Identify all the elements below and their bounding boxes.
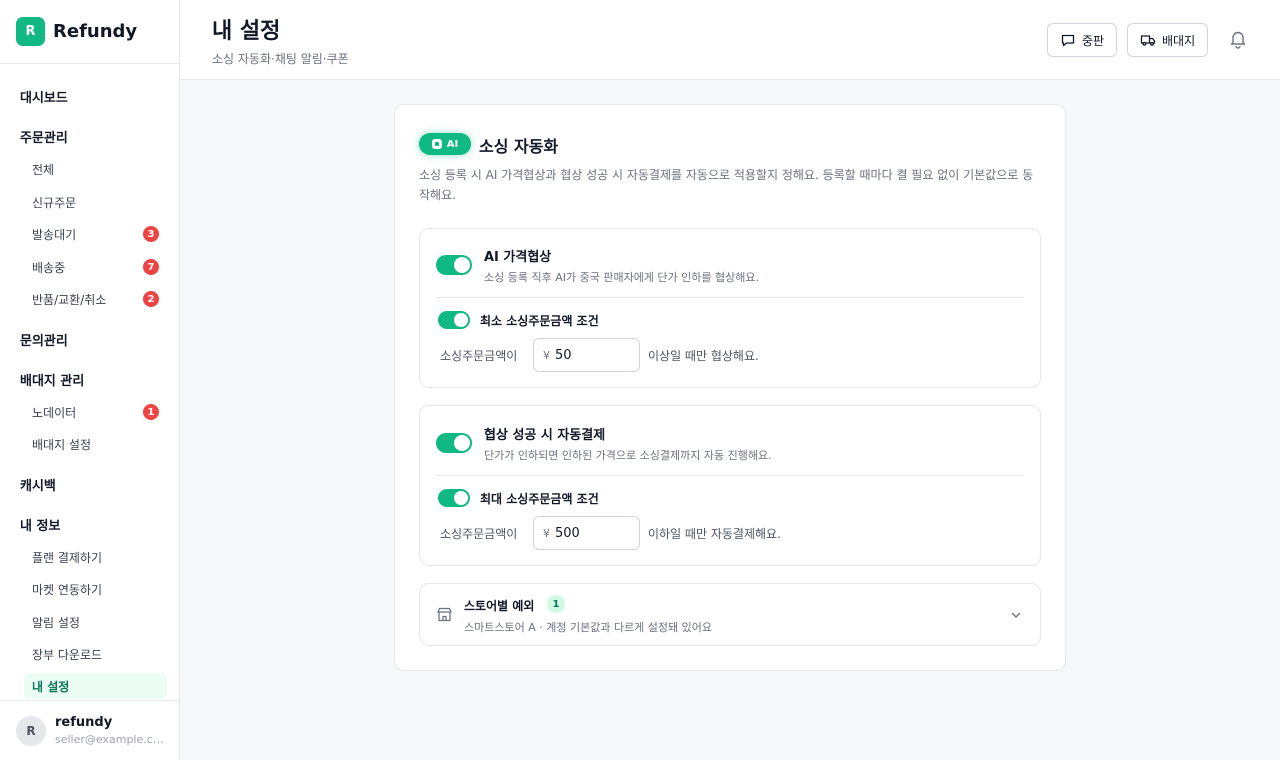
notification-bell[interactable] xyxy=(1228,29,1248,53)
brand-name: Refundy xyxy=(53,21,138,42)
exception-count-badge: 1 xyxy=(547,595,565,613)
max-amount-input[interactable]: ¥ 500 xyxy=(533,516,640,550)
sidebar-item-label: 알림 설정 xyxy=(32,615,80,630)
robot-icon xyxy=(431,139,442,149)
condition-title: 최대 소싱주문금액 조건 xyxy=(480,492,599,506)
sidebar-item-orders-new[interactable]: 신규주문 xyxy=(24,189,167,215)
section-title: 소싱 자동화 xyxy=(479,137,559,156)
section-description: 소싱 등록 시 AI 가격협상과 협상 성공 시 자동결제를 자동으로 적용할지… xyxy=(419,168,1034,202)
sidebar-item-label: 반품/교환/취소 xyxy=(32,292,107,307)
count-badge: 2 xyxy=(143,291,159,307)
chat-bubble-icon xyxy=(1061,34,1075,47)
store-exceptions-title: 스토어별 예외 xyxy=(464,599,535,613)
field-suffix: 이하일 때만 자동결제해요. xyxy=(648,527,781,541)
page-subtitle: 소싱 자동화·채팅 알림·쿠폰 xyxy=(212,52,349,66)
user-profile[interactable]: R refundy seller@example.com xyxy=(0,700,179,760)
sidebar-item-my-settings[interactable]: 내 설정 xyxy=(24,673,167,699)
bell-icon xyxy=(1230,31,1246,49)
chevron-down-icon xyxy=(1011,612,1021,618)
field-label: 소싱주문금액이 xyxy=(440,349,518,363)
page-header: 내 설정 소싱 자동화·채팅 알림·쿠폰 중판 배대지 xyxy=(180,0,1280,80)
amount-value: 50 xyxy=(555,347,572,363)
sidebar-item-label: 노데이터 xyxy=(32,405,77,420)
option-title: 협상 성공 시 자동결제 xyxy=(484,428,606,443)
store-exceptions-accordion[interactable]: 스토어별 예외 1 스마트스토어 A · 계정 기본값과 다르게 설정돼 있어요 xyxy=(419,583,1041,646)
sidebar-item-nodata[interactable]: 노데이터 1 xyxy=(24,399,167,425)
sidebar-item-label: 마켓 연동하기 xyxy=(32,582,103,597)
amount-value: 500 xyxy=(555,525,580,541)
condition-title: 최소 소싱주문금액 조건 xyxy=(480,314,599,328)
page-title: 내 설정 xyxy=(212,19,281,44)
sidebar-item-label: 발송대기 xyxy=(32,227,77,242)
sidebar-item-orders-pending-shipment[interactable]: 발송대기 3 xyxy=(24,221,167,247)
sidebar-item-notification-settings[interactable]: 알림 설정 xyxy=(24,609,167,635)
min-amount-condition-toggle[interactable] xyxy=(438,311,470,329)
sidebar-item-label: 내 설정 xyxy=(32,679,70,694)
sidebar-item-market-link[interactable]: 마켓 연동하기 xyxy=(24,576,167,602)
sidebar-item-forwarding-settings[interactable]: 배대지 설정 xyxy=(24,431,167,457)
sidebar-item-orders-all[interactable]: 전체 xyxy=(24,156,167,182)
count-badge: 1 xyxy=(143,404,159,420)
sidebar-section-orders[interactable]: 주문관리 xyxy=(20,127,68,146)
sidebar-item-cashback[interactable]: 캐시백 xyxy=(20,475,56,494)
sidebar-item-label: 전체 xyxy=(32,162,55,177)
max-amount-condition-toggle[interactable] xyxy=(438,489,470,507)
ai-pill: AI xyxy=(419,133,471,155)
ai-negotiation-panel: AI 가격협상 소싱 등록 직후 AI가 중국 판매자에게 단가 인하를 협상해… xyxy=(419,228,1041,388)
sidebar-item-orders-returns[interactable]: 반품/교환/취소 2 xyxy=(24,286,167,312)
sourcing-automation-card: AI 소싱 자동화 소싱 등록 시 AI 가격협상과 협상 성공 시 자동결제를… xyxy=(394,104,1066,671)
user-info: refundy seller@example.com xyxy=(55,715,167,746)
sidebar-item-orders-in-transit[interactable]: 배송중 7 xyxy=(24,254,167,280)
count-badge: 3 xyxy=(143,226,159,242)
sidebar-section-my-info[interactable]: 내 정보 xyxy=(20,515,60,534)
count-badge: 7 xyxy=(143,259,159,275)
brand-logo: R xyxy=(16,17,45,46)
chat-button-label: 중판 xyxy=(1082,33,1105,48)
currency-symbol: ¥ xyxy=(543,526,550,540)
field-label: 소싱주문금액이 xyxy=(440,527,518,541)
user-name: refundy xyxy=(55,715,113,730)
option-title: AI 가격협상 xyxy=(484,250,552,265)
option-description: 소싱 등록 직후 AI가 중국 판매자에게 단가 인하를 협상해요. xyxy=(484,271,759,284)
sidebar-item-label: 배송중 xyxy=(32,260,66,275)
sidebar-item-inquiries[interactable]: 문의관리 xyxy=(20,330,68,349)
sidebar-nav: 대시보드 주문관리 전체 신규주문 발송대기 3 배송중 7 반품/교환/취소 … xyxy=(0,64,179,700)
truck-icon xyxy=(1140,35,1156,46)
auto-payment-toggle[interactable] xyxy=(436,433,472,453)
forwarder-button[interactable]: 배대지 xyxy=(1127,23,1209,57)
user-email: seller@example.com xyxy=(55,733,167,746)
store-icon xyxy=(437,607,452,622)
sidebar-item-plan-payment[interactable]: 플랜 결제하기 xyxy=(24,544,167,570)
ai-negotiation-toggle[interactable] xyxy=(436,255,472,275)
ai-pill-label: AI xyxy=(446,138,459,150)
sidebar-item-label: 장부 다운로드 xyxy=(32,647,103,662)
avatar: R xyxy=(16,715,46,746)
min-amount-input[interactable]: ¥ 50 xyxy=(533,338,640,372)
sidebar-item-label: 배대지 설정 xyxy=(32,437,92,452)
chat-button[interactable]: 중판 xyxy=(1047,23,1118,57)
forwarder-button-label: 배대지 xyxy=(1162,33,1196,48)
brand[interactable]: R Refundy xyxy=(0,0,179,64)
sidebar-item-label: 플랜 결제하기 xyxy=(32,550,103,565)
field-suffix: 이상일 때만 협상해요. xyxy=(648,349,759,363)
divider xyxy=(436,297,1024,298)
sidebar: R Refundy 대시보드 주문관리 전체 신규주문 발송대기 3 배송중 7… xyxy=(0,0,180,760)
store-exceptions-description: 스마트스토어 A · 계정 기본값과 다르게 설정돼 있어요 xyxy=(464,621,713,634)
sidebar-item-dashboard[interactable]: 대시보드 xyxy=(20,87,68,106)
sidebar-item-ledger-download[interactable]: 장부 다운로드 xyxy=(24,641,167,667)
sidebar-section-forwarding[interactable]: 배대지 관리 xyxy=(20,370,84,389)
sidebar-item-label: 신규주문 xyxy=(32,195,77,210)
currency-symbol: ¥ xyxy=(543,348,550,362)
auto-payment-panel: 협상 성공 시 자동결제 단가가 인하되면 인하된 가격으로 소싱결제까지 자동… xyxy=(419,405,1041,566)
divider xyxy=(436,475,1024,476)
option-description: 단가가 인하되면 인하된 가격으로 소싱결제까지 자동 진행해요. xyxy=(484,449,772,462)
